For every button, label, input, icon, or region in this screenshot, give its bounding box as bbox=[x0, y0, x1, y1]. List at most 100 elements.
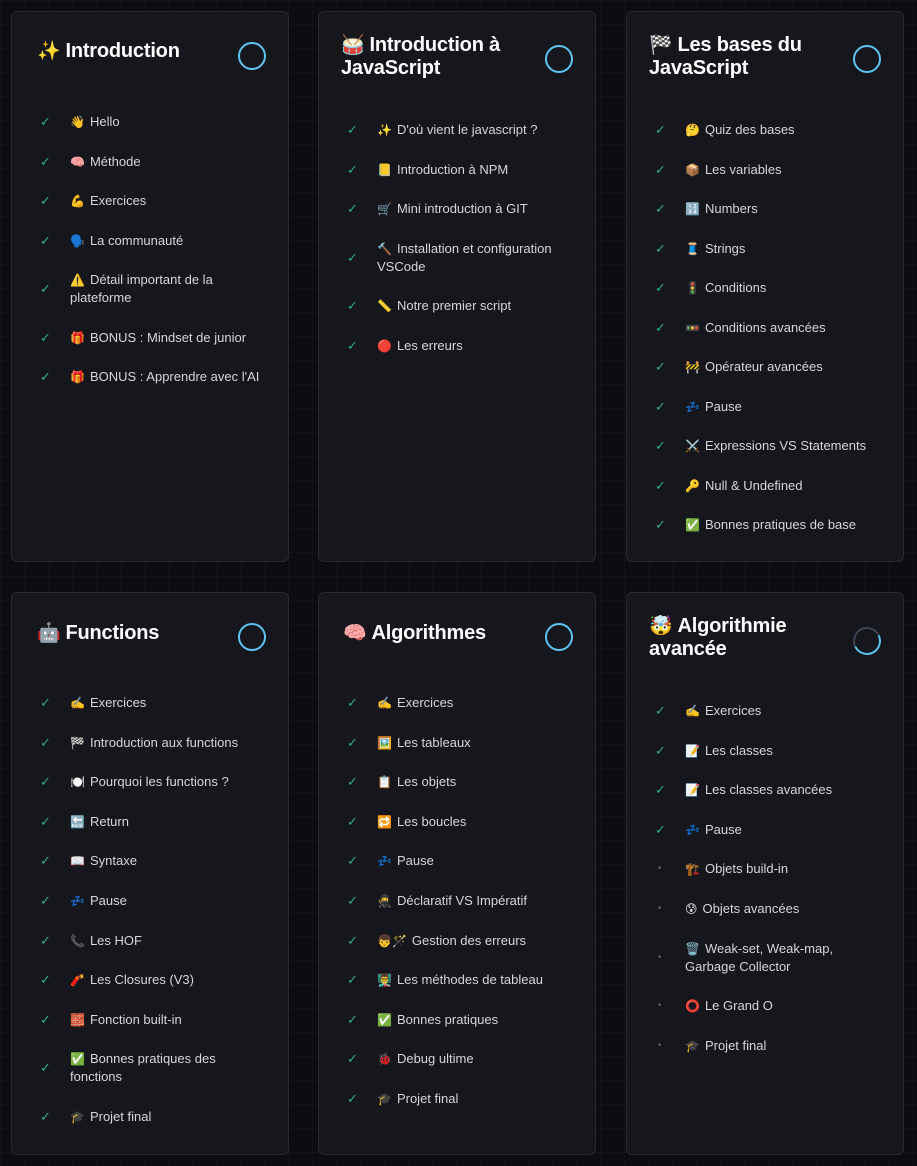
gift-icon: 🎁 bbox=[70, 370, 85, 384]
lesson-item[interactable]: ✓ 📝 Les classes bbox=[655, 742, 883, 760]
lesson-item[interactable]: ✓ 📞 Les HOF bbox=[40, 932, 268, 950]
lesson-item[interactable]: ✓ 📏 Notre premier script bbox=[347, 297, 575, 315]
lesson-item[interactable]: ✓ ⚠️ Détail important de la plateforme bbox=[40, 271, 268, 307]
check-icon: ✓ bbox=[40, 329, 51, 345]
construction-icon: 🚧 bbox=[685, 360, 700, 374]
module-title[interactable]: 🧠 Algorithmes bbox=[343, 622, 535, 645]
lesson-item[interactable]: ✓ 👨‍🏫 Les méthodes de tableau bbox=[347, 971, 575, 989]
lesson-item[interactable]: ✓ 🔑 Null & Undefined bbox=[655, 477, 883, 495]
lesson-item[interactable]: ✓ 👋 Hello bbox=[40, 113, 268, 131]
lesson-item[interactable]: ✓ 🔢 Numbers bbox=[655, 200, 883, 218]
lesson-item[interactable]: ✓ 📦 Les variables bbox=[655, 161, 883, 179]
lesson-item[interactable]: ✓ 📒 Introduction à NPM bbox=[347, 161, 575, 179]
lesson-item[interactable]: ✓ 👦🪄 Gestion des erreurs bbox=[347, 932, 575, 950]
lesson-item[interactable]: • 🏗️ Objets build-in bbox=[655, 860, 883, 878]
package-icon: 📦 bbox=[685, 162, 700, 177]
check-mark-button-icon: ✅ bbox=[377, 1012, 392, 1027]
lesson-item[interactable]: ✓ 🗣️ La communauté bbox=[40, 232, 268, 250]
check-icon: ✓ bbox=[40, 813, 51, 829]
lesson-item[interactable]: ✓ 💤 Pause bbox=[347, 852, 575, 870]
lesson-item[interactable]: ✓ 💤 Pause bbox=[40, 892, 268, 910]
check-icon: ✓ bbox=[40, 153, 51, 169]
module-title[interactable]: 🏁 Les bases du JavaScript bbox=[649, 34, 843, 80]
module-header: 🏁 Les bases du JavaScript bbox=[627, 34, 903, 80]
lesson-item[interactable]: ✓ 🧱 Fonction built-in bbox=[40, 1011, 268, 1029]
lesson-item[interactable]: ✓ 🚦 Conditions bbox=[655, 279, 883, 297]
check-icon: ✓ bbox=[655, 201, 666, 216]
lesson-label: Exercices bbox=[89, 193, 147, 208]
lesson-item[interactable]: ✓ 💤 Pause bbox=[655, 821, 883, 839]
lesson-item[interactable]: ✓ 🏁 Introduction aux functions bbox=[40, 734, 268, 752]
lesson-label: Notre premier script bbox=[396, 298, 512, 313]
lesson-item[interactable]: ✓ 🔴 Les erreurs bbox=[347, 337, 575, 355]
check-icon: ✓ bbox=[347, 201, 358, 216]
waving-hand-icon: 👋 bbox=[70, 115, 85, 129]
pending-dot-icon: • bbox=[658, 902, 662, 914]
module-title[interactable]: ✨ Introduction bbox=[37, 40, 228, 63]
module-header: ✨ Introduction bbox=[12, 40, 288, 70]
lesson-item[interactable]: ✓ 🧨 Les Closures (V3) bbox=[40, 971, 268, 989]
bricks-icon: 🧱 bbox=[70, 1012, 85, 1027]
lesson-item[interactable]: ✓ ✅ Bonnes pratiques des fonctions bbox=[40, 1050, 268, 1086]
lesson-item[interactable]: ✓ 🚥 Conditions avancées bbox=[655, 319, 883, 337]
lesson-label: Les classes avancées bbox=[704, 782, 833, 798]
lesson-label: Les variables bbox=[704, 161, 782, 177]
lesson-label: Strings bbox=[704, 240, 746, 256]
warning-icon: ⚠️ bbox=[70, 273, 85, 287]
lesson-list: ✓ 🤔 Quiz des bases ✓ 📦 Les variables ✓ 🔢 Numbe… bbox=[655, 121, 883, 534]
check-icon: ✓ bbox=[347, 853, 358, 869]
lesson-item[interactable]: ✓ 🤔 Quiz des bases bbox=[655, 121, 883, 139]
lesson-item[interactable]: ✓ ✅ Bonnes pratiques de base bbox=[655, 516, 883, 534]
lesson-item[interactable]: ✓ 🔨 Installation et configuration VSCode bbox=[347, 240, 575, 276]
check-icon: ✓ bbox=[347, 813, 358, 829]
lesson-item[interactable]: • 🎓 Projet final bbox=[655, 1037, 883, 1055]
lesson-item[interactable]: • ⭕ Le Grand O bbox=[655, 997, 883, 1015]
lesson-item[interactable]: ✓ 💪 Exercices bbox=[40, 192, 268, 210]
check-icon: ✓ bbox=[655, 280, 666, 295]
clipboard-icon: 📋 bbox=[377, 775, 392, 790]
module-card-bases-javascript: 🏁 Les bases du JavaScript ✓ 🤔 Quiz des base… bbox=[626, 11, 904, 562]
lesson-item[interactable]: ✓ ✨ D'où vient le javascript ? bbox=[347, 121, 575, 139]
lesson-item[interactable]: ✓ 🎁 BONUS : Mindset de junior bbox=[40, 329, 268, 347]
lesson-item[interactable]: ✓ ✍️ Exercices bbox=[347, 694, 575, 712]
lesson-item[interactable]: ✓ 🎓 Projet final bbox=[347, 1090, 575, 1108]
telephone-icon: 📞 bbox=[70, 933, 85, 948]
lesson-item[interactable]: ✓ 🔙 Return bbox=[40, 813, 268, 831]
check-icon: ✓ bbox=[347, 734, 358, 750]
lesson-item[interactable]: • 🗑️ Weak-set, Weak-map, Garbage Collector bbox=[655, 940, 883, 976]
lesson-item[interactable]: ✓ 🖼️ Les tableaux bbox=[347, 734, 575, 752]
lesson-item[interactable]: ✓ ✅ Bonnes pratiques bbox=[347, 1011, 575, 1029]
lesson-item[interactable]: ✓ 💤 Pause bbox=[655, 398, 883, 416]
sparkles-icon: ✨ bbox=[37, 41, 61, 62]
lesson-item[interactable]: ✓ 📋 Les objets bbox=[347, 773, 575, 791]
lesson-label: Numbers bbox=[704, 201, 758, 216]
lesson-item[interactable]: ✓ 🍽️ Pourquoi les functions ? bbox=[40, 773, 268, 791]
ruler-icon: 📏 bbox=[377, 299, 392, 313]
lesson-item[interactable]: ✓ ⚔️ Expressions VS Statements bbox=[655, 437, 883, 455]
lesson-item[interactable]: ✓ 🚧 Opérateur avancées bbox=[655, 358, 883, 376]
lesson-item[interactable]: ✓ ✍️ Exercices bbox=[40, 694, 268, 712]
check-icon: ✓ bbox=[40, 734, 51, 750]
lesson-item[interactable]: ✓ 📖 Syntaxe bbox=[40, 852, 268, 870]
lesson-item[interactable]: ✓ 🎓 Projet final bbox=[40, 1108, 268, 1126]
lesson-item[interactable]: ✓ 🛒 Mini introduction à GIT bbox=[347, 200, 575, 218]
module-title[interactable]: 🤖 Functions bbox=[37, 622, 228, 645]
lesson-item[interactable]: ✓ 🔁 Les boucles bbox=[347, 813, 575, 831]
module-title[interactable]: 🥁 Introduction à JavaScript bbox=[341, 34, 535, 80]
lesson-item[interactable]: ✓ 🧠 Méthode bbox=[40, 153, 268, 171]
check-icon: ✓ bbox=[40, 114, 51, 129]
horizontal-traffic-light-icon: 🚥 bbox=[685, 320, 700, 335]
lesson-item[interactable]: ✓ 🎁 BONUS : Apprendre avec l'AI bbox=[40, 368, 268, 386]
lesson-label: Objets build-in bbox=[704, 861, 789, 877]
check-icon: ✓ bbox=[347, 161, 358, 177]
lesson-item[interactable]: ✓ 🧵 Strings bbox=[655, 240, 883, 258]
boy-wand-icon: 👦🪄 bbox=[377, 933, 407, 948]
lesson-label: Les Closures (V3) bbox=[89, 972, 194, 988]
lesson-item[interactable]: ✓ 🐞 Debug ultime bbox=[347, 1050, 575, 1068]
lesson-item[interactable]: ✓ 🥷 Déclaratif VS Impératif bbox=[347, 892, 575, 910]
lesson-item[interactable]: ✓ ✍️ Exercices bbox=[655, 702, 883, 720]
lesson-item[interactable]: ✓ 📝 Les classes avancées bbox=[655, 781, 883, 799]
lesson-item[interactable]: • 😰 Objets avancées bbox=[655, 900, 883, 918]
module-title[interactable]: 🤯 Algorithmie avancée bbox=[649, 615, 843, 661]
lesson-label: Bonnes pratiques de base bbox=[704, 517, 857, 532]
